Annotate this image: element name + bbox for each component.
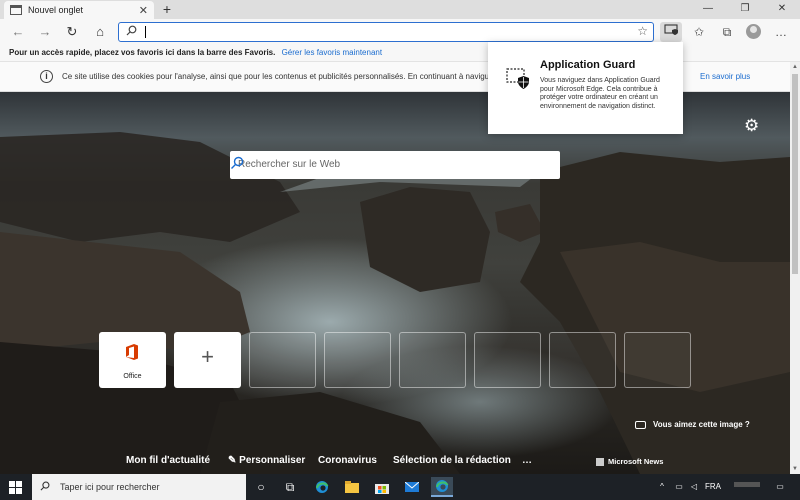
minimize-button[interactable]: — [690,0,726,19]
language-indicator[interactable]: FRA [702,474,724,500]
tab-new-tab[interactable]: Nouvel onglet ✕ [4,1,154,19]
back-button[interactable]: ← [8,22,28,42]
address-bar[interactable]: ☆ [118,22,654,42]
application-guard-icon [506,68,529,89]
quick-link-label: Office [123,373,142,380]
edge-taskbar-icon[interactable] [311,477,333,497]
application-guard-title: Application Guard [540,59,636,71]
plus-icon: + [201,344,214,369]
collections-icon[interactable]: ⧉ [716,22,738,42]
news-tab-my-feed[interactable]: Mon fil d'actualité [126,455,210,466]
new-tab-page-icon [10,5,22,15]
learn-more-link[interactable]: En savoir plus [700,72,750,81]
settings-gear-icon[interactable]: ⚙ [744,116,759,136]
add-quick-link-button[interactable]: + [174,332,241,388]
microsoft-news-brand: Microsoft News [596,457,663,467]
news-tab-editors-pick[interactable]: Sélection de la rédaction [393,455,511,466]
info-icon: i [40,70,53,83]
quick-link-empty-slot [399,332,466,388]
tab-close-icon[interactable]: ✕ [139,4,148,17]
file-explorer-icon[interactable] [341,477,363,497]
news-tab-personalize[interactable]: ✎ Personnaliser [228,455,305,466]
office-logo-icon [126,344,138,360]
windows-start-icon[interactable] [9,481,22,494]
image-feedback-text: Vous aimez cette image ? [653,420,750,429]
notifications-icon[interactable]: ▭ [770,474,790,500]
store-icon[interactable] [371,477,393,497]
quick-link-empty-slot [474,332,541,388]
profile-avatar[interactable] [746,24,761,39]
camera-icon [635,420,646,429]
search-icon [40,481,50,494]
cookie-notice-text: Ce site utilise des cookies pour l'analy… [62,72,490,81]
scroll-down-arrow-icon[interactable]: ▼ [790,464,800,474]
manage-favorites-link[interactable]: Gérer les favoris maintenant [282,48,383,57]
quick-link-empty-slot [549,332,616,388]
new-tab-button[interactable]: + [160,1,174,17]
taskbar-search-placeholder: Taper ici pour rechercher [60,482,160,492]
web-search-box[interactable] [230,151,560,179]
search-icon [126,25,137,39]
scroll-up-arrow-icon[interactable]: ▲ [790,62,800,72]
add-favorite-star-icon[interactable]: ☆ [637,24,648,38]
forward-button[interactable]: → [35,22,55,42]
tray-overflow-chevron-icon[interactable]: ^ [656,474,668,500]
news-more-button[interactable]: … [522,455,532,466]
more-options-icon[interactable]: … [770,22,792,42]
home-button[interactable]: ⌂ [90,22,110,42]
application-guard-button[interactable] [660,22,682,42]
quick-link-empty-slot [249,332,316,388]
application-guard-popup: Application Guard Vous naviguez dans App… [488,42,683,134]
quick-link-empty-slot [624,332,691,388]
close-window-button[interactable]: ✕ [764,0,800,19]
scroll-thumb[interactable] [792,74,798,274]
task-view-icon[interactable]: ⧉ [279,477,301,497]
mail-icon[interactable] [401,477,423,497]
news-tab-coronavirus[interactable]: Coronavirus [318,455,377,466]
cortana-icon[interactable]: ○ [250,477,272,497]
tab-title: Nouvel onglet [28,5,84,15]
microsoft-logo-icon [596,458,604,467]
application-guard-icon [664,24,678,35]
application-guard-description: Vous naviguez dans Application Guard pou… [540,77,660,111]
taskbar-search-box[interactable]: Taper ici pour rechercher [32,474,246,500]
favorites-icon[interactable]: ✩ [688,22,710,42]
edge-app-guard-taskbar-icon[interactable] [431,477,453,497]
title-bar: Nouvel onglet ✕ + — ❐ ✕ [0,0,800,19]
web-search-input[interactable] [238,151,518,177]
image-feedback-link[interactable]: Vous aimez cette image ? [635,420,750,429]
text-cursor [145,26,146,38]
windows-taskbar: Taper ici pour rechercher ○ ⧉ ^ ▭ ◁ FRA … [0,474,800,500]
news-nav-bar: Mon fil d'actualité ✎ Personnaliser Coro… [0,452,790,474]
clock[interactable] [730,474,764,500]
maximize-button[interactable]: ❐ [727,0,763,19]
news-tab-personalize-label: Personnaliser [239,455,306,466]
network-icon[interactable]: ▭ [672,474,686,500]
quick-link-empty-slot [324,332,391,388]
volume-icon[interactable]: ◁ [688,474,700,500]
favorites-bar-hint: Pour un accès rapide, placez vos favoris… [9,48,276,57]
quick-link-office[interactable]: Office [99,332,166,388]
page-scrollbar[interactable]: ▲ ▼ [790,62,800,474]
new-tab-page: ⚙ Office + Vous aimez cette image ? Mon … [0,92,790,474]
background-landscape-image [0,132,790,474]
search-icon[interactable] [230,156,244,170]
refresh-button[interactable]: ↻ [62,22,82,42]
